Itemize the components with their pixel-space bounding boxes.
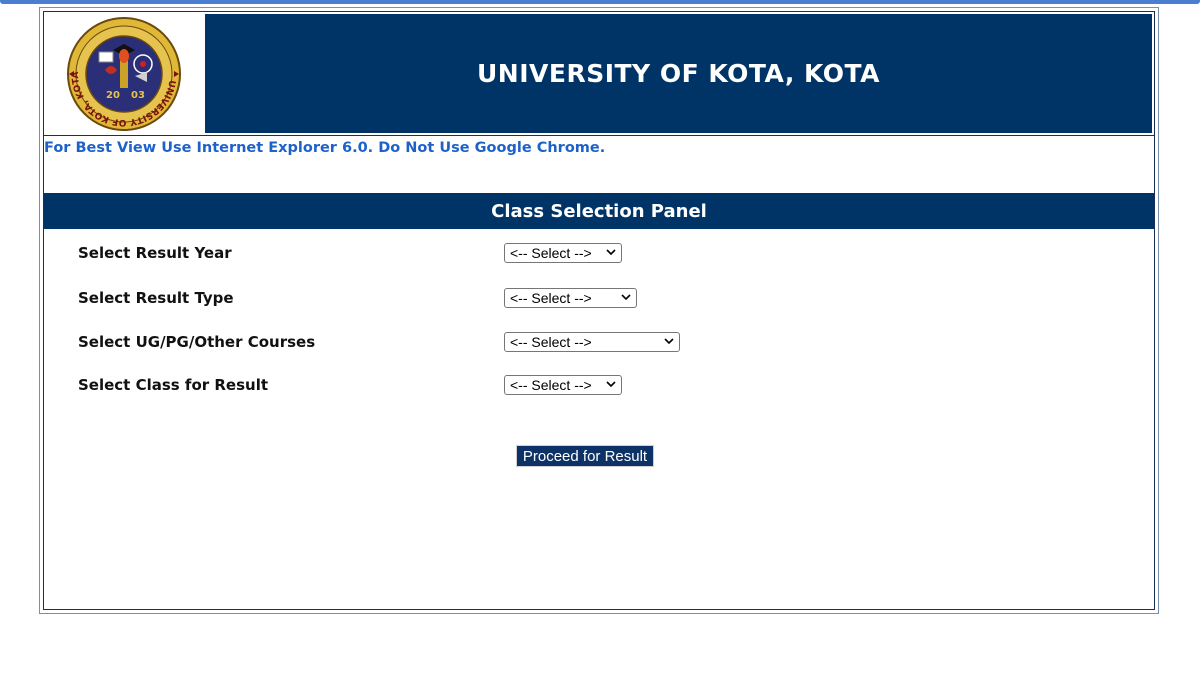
chevron-down-icon — [606, 381, 616, 388]
browser-top-edge — [0, 0, 1200, 4]
chevron-down-icon — [664, 338, 674, 345]
result-year-select[interactable]: <-- Select --> — [504, 243, 622, 263]
result-type-select[interactable]: <-- Select --> — [504, 288, 637, 308]
class-select[interactable]: <-- Select --> — [504, 375, 622, 395]
chevron-down-icon — [606, 249, 616, 256]
page-inner-border: UNIVERSITY OF KOTA, KOTA 20 03 UNIVERSIT… — [43, 11, 1155, 610]
logo-year-right: 03 — [131, 90, 145, 101]
result-year-label: Select Result Year — [78, 244, 232, 262]
browser-notice: For Best View Use Internet Explorer 6.0.… — [44, 140, 606, 156]
header: UNIVERSITY OF KOTA, KOTA 20 03 UNIVERSIT… — [44, 12, 1154, 136]
result-type-label: Select Result Type — [78, 289, 234, 307]
title-banner: UNIVERSITY OF KOTA, KOTA — [205, 14, 1152, 133]
course-type-selected: <-- Select --> — [510, 334, 592, 350]
proceed-button[interactable]: Proceed for Result — [516, 445, 654, 467]
panel-title: Class Selection Panel — [491, 200, 707, 222]
page-title: UNIVERSITY OF KOTA, KOTA — [477, 59, 880, 88]
logo-year-left: 20 — [106, 90, 120, 101]
university-logo: UNIVERSITY OF KOTA, KOTA 20 03 — [67, 17, 181, 131]
result-year-selected: <-- Select --> — [510, 245, 592, 261]
course-type-select[interactable]: <-- Select --> — [504, 332, 680, 352]
logo-cell: UNIVERSITY OF KOTA, KOTA 20 03 — [44, 12, 204, 135]
page-frame: UNIVERSITY OF KOTA, KOTA 20 03 UNIVERSIT… — [39, 7, 1159, 614]
class-selected: <-- Select --> — [510, 377, 592, 393]
chevron-down-icon — [621, 294, 631, 301]
result-type-selected: <-- Select --> — [510, 290, 592, 306]
class-label: Select Class for Result — [78, 376, 269, 394]
panel-header: Class Selection Panel — [44, 193, 1154, 229]
course-type-label: Select UG/PG/Other Courses — [78, 333, 316, 351]
